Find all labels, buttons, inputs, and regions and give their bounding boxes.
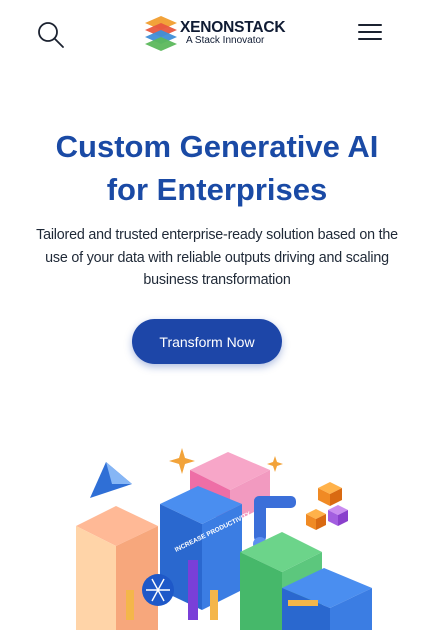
hero-illustration: INCREASE PRODUCTIVITY (76, 448, 372, 630)
search-button[interactable] (36, 20, 66, 50)
transform-now-button[interactable]: Transform Now (132, 319, 282, 364)
logo[interactable]: XENONSTACK A Stack Innovator (143, 14, 286, 52)
search-icon (38, 22, 64, 48)
hero-subtitle: Tailored and trusted enterprise-ready so… (36, 227, 398, 288)
site-header: XENONSTACK A Stack Innovator (0, 0, 434, 68)
hero-title: Custom Generative AI for Enterprises (0, 125, 434, 211)
logo-name: XENONSTACK (180, 18, 286, 36)
hero-title-line1: Custom Generative AI (55, 129, 379, 164)
sparkle-icon (267, 456, 283, 472)
logo-text: XENONSTACK A Stack Innovator (180, 18, 286, 47)
logo-tagline: A Stack Innovator (186, 35, 265, 47)
hero-title-line2: for Enterprises (106, 172, 328, 207)
menu-button[interactable] (358, 24, 382, 44)
xenonstack-logo-icon (145, 16, 177, 51)
hamburger-menu-icon (358, 24, 382, 40)
